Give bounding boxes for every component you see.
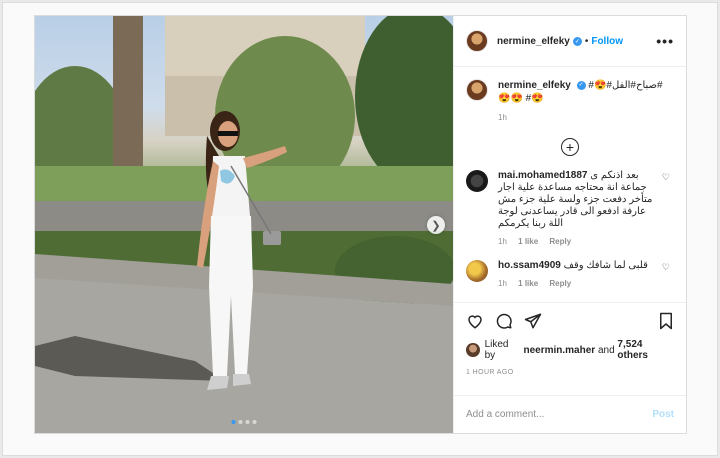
author-username[interactable]: nermine_elfeky xyxy=(497,36,570,47)
add-comment-input[interactable]: Add a comment... xyxy=(466,409,652,420)
add-comment-bar: Add a comment... Post xyxy=(454,395,686,433)
author-avatar[interactable] xyxy=(466,30,488,53)
action-icons xyxy=(466,311,674,331)
load-more-comments-button[interactable]: + xyxy=(561,138,579,157)
comment-text: قلبى لما شافك وقف xyxy=(563,260,648,272)
caption-avatar[interactable] xyxy=(466,79,488,102)
follow-button[interactable]: Follow xyxy=(591,36,623,47)
carousel-dot xyxy=(245,420,250,424)
reply-button[interactable]: Reply xyxy=(549,279,571,288)
post-timestamp[interactable]: 1 HOUR AGO xyxy=(466,369,674,376)
reply-button[interactable]: Reply xyxy=(549,237,571,246)
post-photo[interactable]: ❯ xyxy=(35,16,453,433)
liker-avatar[interactable] xyxy=(466,343,480,358)
like-comment-heart-icon[interactable]: ♡ xyxy=(662,172,670,183)
commenter-username[interactable]: ho.ssam4909 xyxy=(498,260,561,271)
tree-right xyxy=(355,16,453,186)
likes-and: and xyxy=(597,344,615,356)
more-options-icon[interactable]: ••• xyxy=(656,33,674,49)
carousel-dot xyxy=(238,420,243,424)
caption: nermine_elfeky ✓ #😍#صباح#الفل#😍😍 #😍 1h xyxy=(466,79,674,124)
share-icon[interactable] xyxy=(524,312,542,330)
verified-badge-icon: ✓ xyxy=(572,36,582,46)
comment-likes[interactable]: 1 like xyxy=(518,237,538,246)
liker-username[interactable]: neermin.maher xyxy=(523,345,595,356)
separator-dot: • xyxy=(584,35,589,47)
bookmark-icon[interactable] xyxy=(658,312,674,330)
comment-time[interactable]: 1h xyxy=(498,279,507,288)
caption-body: nermine_elfeky ✓ #😍#صباح#الفل#😍😍 #😍 1h xyxy=(498,79,674,124)
comments-section: nermine_elfeky ✓ #😍#صباح#الفل#😍😍 #😍 1h +… xyxy=(454,67,686,302)
carousel-dot xyxy=(252,420,257,424)
caption-time[interactable]: 1h xyxy=(498,113,507,122)
likes-summary: Liked by neermin.maher and 7,524 others xyxy=(466,339,674,361)
comment-item: ho.ssam4909 قلبى لما شافك وقف 1h 1 like … xyxy=(466,260,674,290)
post-header: nermine_elfeky ✓ • Follow ••• xyxy=(454,16,686,68)
commenter-avatar[interactable] xyxy=(466,170,488,193)
comment-icon[interactable] xyxy=(495,312,513,330)
next-slide-button[interactable]: ❯ xyxy=(427,216,445,234)
like-comment-heart-icon[interactable]: ♡ xyxy=(662,262,670,273)
commenter-username[interactable]: mai.mohamed1887 xyxy=(498,170,588,181)
comment-body: ho.ssam4909 قلبى لما شافك وقف 1h 1 like … xyxy=(498,260,658,290)
comment-time[interactable]: 1h xyxy=(498,237,507,246)
liked-by-prefix: Liked by xyxy=(484,339,509,362)
carousel-dots xyxy=(231,420,257,424)
comment-meta: 1h 1 like Reply xyxy=(498,278,658,290)
caption-username[interactable]: nermine_elfeky xyxy=(498,80,571,91)
likes-others[interactable]: 7,524 others xyxy=(617,339,674,361)
verified-badge-icon: ✓ xyxy=(576,81,586,91)
comment-likes[interactable]: 1 like xyxy=(518,279,538,288)
caption-meta: 1h xyxy=(498,111,674,124)
comment-meta: 1h 1 like Reply xyxy=(498,236,658,248)
heart-icon[interactable] xyxy=(466,312,484,330)
photo-scene xyxy=(35,16,453,433)
post-actions: Liked by neermin.maher and 7,524 others … xyxy=(454,302,686,395)
post-side-panel: nermine_elfeky ✓ • Follow ••• nermine_el… xyxy=(453,16,686,433)
instagram-post: ❯ nermine_elfeky ✓ • Follow ••• nermine_… xyxy=(34,15,687,434)
comment-body: mai.mohamed1887 بعد اذنكم ى جماعة انة مح… xyxy=(498,170,658,248)
commenter-avatar[interactable] xyxy=(466,260,488,283)
post-comment-button[interactable]: Post xyxy=(652,409,674,420)
comment-item: mai.mohamed1887 بعد اذنكم ى جماعة انة مح… xyxy=(466,170,674,248)
carousel-dot xyxy=(231,420,236,424)
